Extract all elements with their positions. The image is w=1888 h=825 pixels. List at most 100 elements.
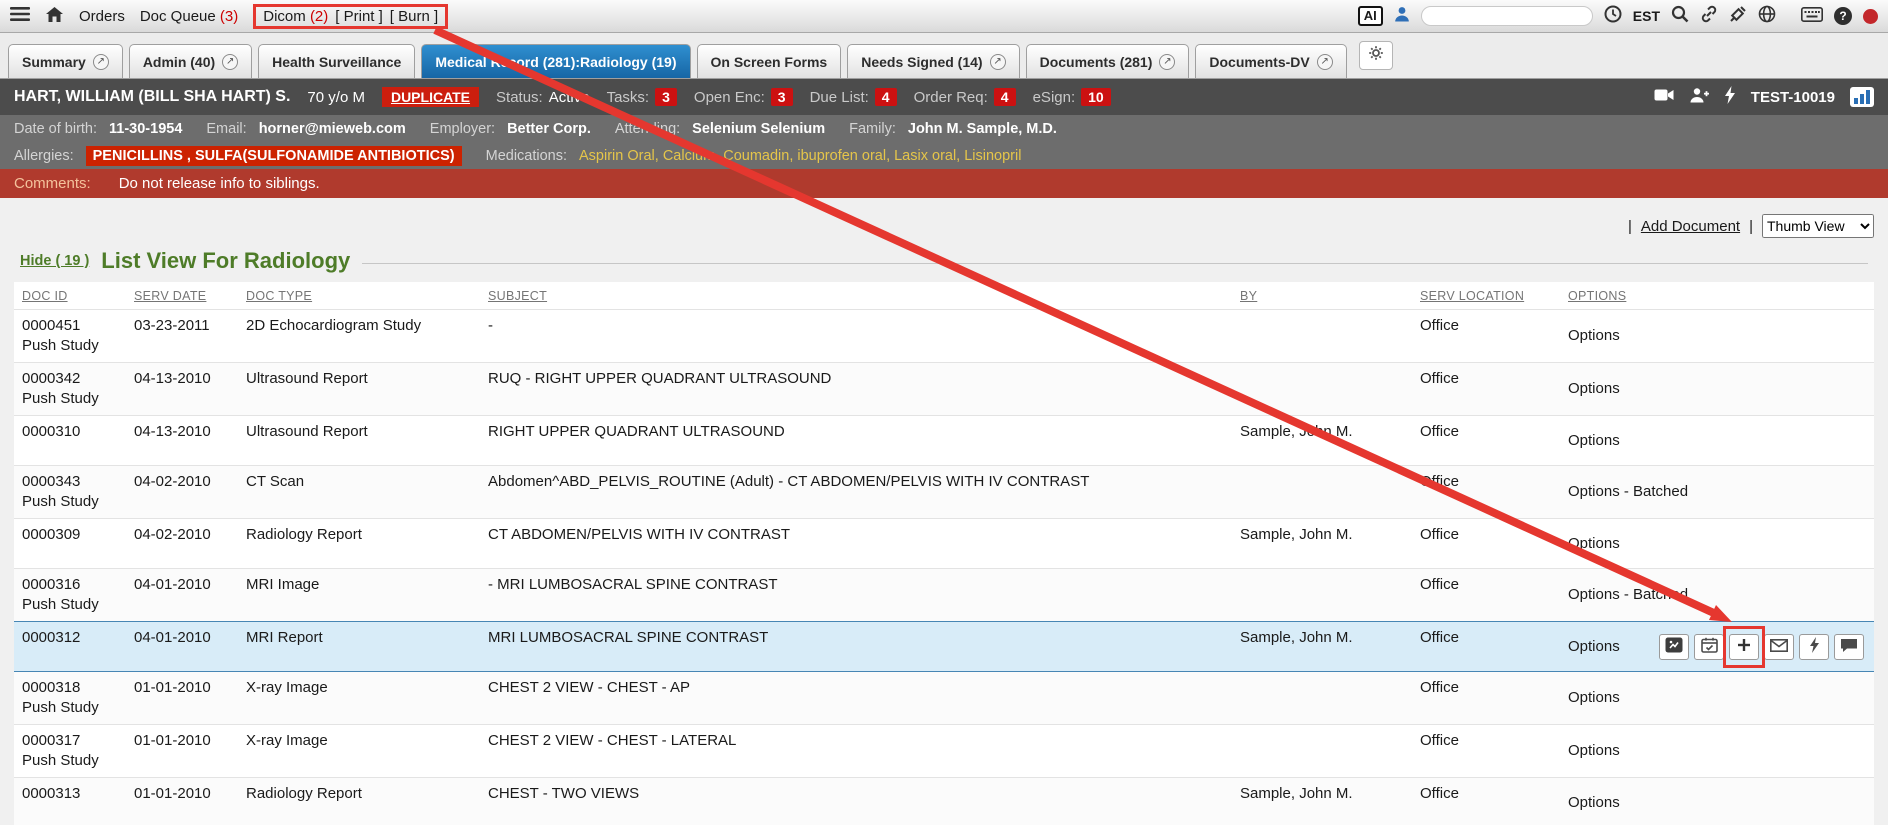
medications-list[interactable]: Aspirin Oral, Calcium, Coumadin, ibuprof…: [579, 148, 1021, 164]
video-camera-icon[interactable]: [1654, 88, 1674, 106]
tab-needs-signed[interactable]: Needs Signed (14)↗: [847, 44, 1019, 78]
home-icon[interactable]: [45, 6, 64, 27]
allergies-badge[interactable]: PENICILLINS , SULFA(SULFONAMIDE ANTIBIOT…: [86, 146, 462, 166]
table-row[interactable]: 0000317Push Study 01-01-2010 X-ray Image…: [14, 725, 1874, 778]
table-row[interactable]: 0000310 04-13-2010 Ultrasound Report RIG…: [14, 416, 1874, 466]
table-row-selected[interactable]: 0000312 04-01-2010 MRI Report MRI LUMBOS…: [14, 622, 1874, 672]
alert-dot-icon[interactable]: [1863, 9, 1878, 24]
options-link[interactable]: Options: [1568, 535, 1620, 552]
doc-id-link[interactable]: 0000451: [22, 316, 118, 336]
doc-id-link[interactable]: 0000316: [22, 575, 118, 595]
options-link[interactable]: Options - Batched: [1568, 483, 1688, 500]
options-link[interactable]: Options: [1568, 432, 1620, 449]
doc-id-cell: 0000343Push Study: [14, 466, 126, 519]
due-list-count-badge[interactable]: 4: [875, 88, 897, 106]
push-study-link[interactable]: Push Study: [22, 698, 118, 718]
popout-icon[interactable]: ↗: [222, 54, 238, 70]
col-by[interactable]: BY: [1232, 282, 1412, 310]
view-select[interactable]: Thumb View: [1762, 214, 1874, 238]
tab-health-surveillance[interactable]: Health Surveillance: [258, 44, 415, 78]
tab-medical-record-radiology[interactable]: Medical Record (281):Radiology (19): [421, 44, 690, 78]
push-study-link[interactable]: Push Study: [22, 492, 118, 512]
popout-icon[interactable]: ↗: [1317, 54, 1333, 70]
tab-documents-dv[interactable]: Documents-DV↗: [1195, 44, 1346, 78]
popout-icon[interactable]: ↗: [990, 54, 1006, 70]
popout-icon[interactable]: ↗: [93, 54, 109, 70]
options-link[interactable]: Options: [1568, 689, 1620, 706]
doc-id-link[interactable]: 0000342: [22, 369, 118, 389]
doc-id-link[interactable]: 0000343: [22, 472, 118, 492]
calendar-button[interactable]: [1694, 634, 1724, 660]
doc-id-link[interactable]: 0000317: [22, 731, 118, 751]
doc-queue-link[interactable]: Doc Queue (3): [140, 8, 238, 25]
doc-queue-label: Doc Queue: [140, 8, 216, 25]
orders-link[interactable]: Orders: [79, 8, 125, 25]
doc-id-link[interactable]: 0000318: [22, 678, 118, 698]
options-link[interactable]: Options: [1568, 380, 1620, 397]
push-study-link[interactable]: Push Study: [22, 751, 118, 771]
table-row[interactable]: 0000313 01-01-2010 Radiology Report CHES…: [14, 778, 1874, 825]
options-link[interactable]: Options: [1568, 327, 1620, 344]
options-link[interactable]: Options: [1568, 637, 1620, 657]
table-row[interactable]: 0000318Push Study 01-01-2010 X-ray Image…: [14, 672, 1874, 725]
add-button[interactable]: [1729, 634, 1759, 660]
table-row[interactable]: 0000342Push Study 04-13-2010 Ultrasound …: [14, 363, 1874, 416]
table-row[interactable]: 0000309 04-02-2010 Radiology Report CT A…: [14, 519, 1874, 569]
tab-documents[interactable]: Documents (281)↗: [1026, 44, 1190, 78]
comment-button[interactable]: [1834, 634, 1864, 660]
table-row[interactable]: 0000451Push Study 03-23-2011 2D Echocard…: [14, 310, 1874, 363]
ai-badge[interactable]: AI: [1358, 6, 1383, 26]
push-study-link[interactable]: Push Study: [22, 389, 118, 409]
image-viewer-button[interactable]: [1659, 634, 1689, 660]
table-row[interactable]: 0000343Push Study 04-02-2010 CT Scan Abd…: [14, 466, 1874, 519]
patient-name[interactable]: HART, WILLIAM (BILL SHA HART) S.: [14, 88, 290, 106]
table-row[interactable]: 0000316Push Study 04-01-2010 MRI Image -…: [14, 569, 1874, 622]
user-icon[interactable]: [1394, 6, 1410, 26]
col-serv-location[interactable]: SERV LOCATION: [1412, 282, 1560, 310]
dicom-burn-link[interactable]: [ Burn ]: [390, 8, 438, 25]
doc-id-link[interactable]: 0000313: [22, 784, 118, 804]
duplicate-badge[interactable]: DUPLICATE: [382, 87, 479, 107]
col-doc-id[interactable]: DOC ID: [14, 282, 126, 310]
col-options[interactable]: OPTIONS: [1560, 282, 1874, 310]
bar-chart-icon[interactable]: [1850, 87, 1874, 107]
globe-icon[interactable]: [1758, 5, 1776, 27]
doc-id-link[interactable]: 0000310: [22, 422, 118, 442]
lightning-button[interactable]: [1799, 634, 1829, 660]
link-icon[interactable]: [1700, 5, 1718, 27]
injection-icon[interactable]: [1729, 5, 1747, 27]
tab-on-screen-forms[interactable]: On Screen Forms: [697, 44, 842, 78]
add-document-link[interactable]: Add Document: [1641, 218, 1740, 235]
person-add-icon[interactable]: [1689, 87, 1709, 107]
options-link[interactable]: Options - Batched: [1568, 586, 1688, 603]
esign-count-badge[interactable]: 10: [1081, 88, 1111, 106]
open-enc-count-badge[interactable]: 3: [771, 88, 793, 106]
push-study-link[interactable]: Push Study: [22, 336, 118, 356]
doc-id-link[interactable]: 0000309: [22, 525, 118, 545]
options-link[interactable]: Options: [1568, 742, 1620, 759]
col-serv-date[interactable]: SERV DATE: [126, 282, 238, 310]
hide-link[interactable]: Hide ( 19 ): [20, 253, 89, 269]
subject-cell: Abdomen^ABD_PELVIS_ROUTINE (Adult) - CT …: [480, 466, 1232, 519]
tab-summary[interactable]: Summary↗: [8, 44, 123, 78]
tab-settings-button[interactable]: [1359, 41, 1393, 70]
dicom-link[interactable]: Dicom (2): [263, 8, 328, 25]
menu-icon[interactable]: [10, 6, 30, 26]
popout-icon[interactable]: ↗: [1159, 54, 1175, 70]
col-subject[interactable]: SUBJECT: [480, 282, 1232, 310]
tab-admin[interactable]: Admin (40)↗: [129, 44, 252, 78]
clock-icon[interactable]: [1604, 5, 1622, 27]
doc-id-link[interactable]: 0000312: [22, 628, 118, 648]
push-study-link[interactable]: Push Study: [22, 595, 118, 615]
email-value[interactable]: horner@mieweb.com: [259, 121, 406, 137]
dicom-print-link[interactable]: [ Print ]: [335, 8, 383, 25]
tasks-count-badge[interactable]: 3: [655, 88, 677, 106]
search-icon[interactable]: [1671, 5, 1689, 27]
order-req-count-badge[interactable]: 4: [994, 88, 1016, 106]
help-icon[interactable]: ?: [1834, 7, 1852, 25]
keyboard-icon[interactable]: [1801, 7, 1823, 26]
col-doc-type[interactable]: DOC TYPE: [238, 282, 480, 310]
options-link[interactable]: Options: [1568, 794, 1620, 811]
envelope-button[interactable]: [1764, 634, 1794, 660]
lightning-icon[interactable]: [1724, 86, 1736, 108]
